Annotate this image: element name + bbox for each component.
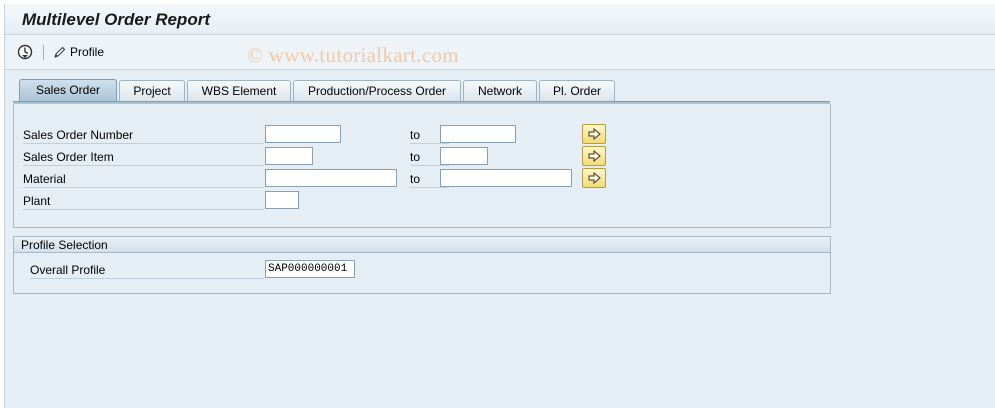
- application-toolbar: Profile © www.tutorialkart.com: [5, 35, 995, 70]
- sales-order-item-to-input[interactable]: [440, 147, 488, 165]
- tab-project[interactable]: Project: [119, 80, 185, 101]
- sales-order-number-from-input[interactable]: [265, 125, 341, 143]
- profile-label: Profile: [70, 45, 105, 59]
- profile-selection-title: Profile Selection: [14, 237, 830, 253]
- sales-order-number-multiple-selection-button[interactable]: [582, 124, 606, 144]
- sales-order-number-label: Sales Order Number: [23, 127, 264, 144]
- tab-sales-order[interactable]: Sales Order: [19, 79, 117, 102]
- material-multiple-selection-button[interactable]: [582, 168, 606, 188]
- sales-order-number-to-input[interactable]: [440, 125, 516, 143]
- multiple-selection-arrow-icon: [588, 172, 601, 184]
- tab-network[interactable]: Network: [463, 80, 537, 101]
- sales-order-panel: Sales Order Number to Sales Order Item t…: [13, 104, 831, 228]
- overall-profile-input[interactable]: SAP000000001: [265, 260, 355, 278]
- tab-pl-order[interactable]: Pl. Order: [539, 80, 615, 101]
- toolbar-separator: [43, 45, 44, 60]
- page-title: Multilevel Order Report: [22, 10, 210, 29]
- sales-order-item-from-input[interactable]: [265, 147, 313, 165]
- material-from-input[interactable]: [265, 169, 397, 187]
- execute-icon[interactable]: [17, 44, 33, 60]
- material-to-input[interactable]: [440, 169, 572, 187]
- profile-selection-group: Profile Selection Overall Profile SAP000…: [13, 236, 831, 294]
- overall-profile-label: Overall Profile: [30, 262, 264, 279]
- material-label: Material: [23, 171, 264, 188]
- tab-production-process-order[interactable]: Production/Process Order: [293, 80, 461, 101]
- tab-wbs-element[interactable]: WBS Element: [187, 80, 291, 101]
- sales-order-item-multiple-selection-button[interactable]: [582, 146, 606, 166]
- multiple-selection-arrow-icon: [588, 128, 601, 140]
- title-bar: Multilevel Order Report: [5, 4, 995, 35]
- plant-input[interactable]: [265, 191, 299, 209]
- window: Multilevel Order Report Profile © www.tu…: [4, 4, 995, 408]
- profile-button[interactable]: Profile: [53, 44, 104, 60]
- watermark: © www.tutorialkart.com: [247, 43, 459, 67]
- pencil-icon: [54, 46, 66, 58]
- multiple-selection-arrow-icon: [588, 150, 601, 162]
- sales-order-item-label: Sales Order Item: [23, 149, 264, 166]
- plant-label: Plant: [23, 193, 264, 210]
